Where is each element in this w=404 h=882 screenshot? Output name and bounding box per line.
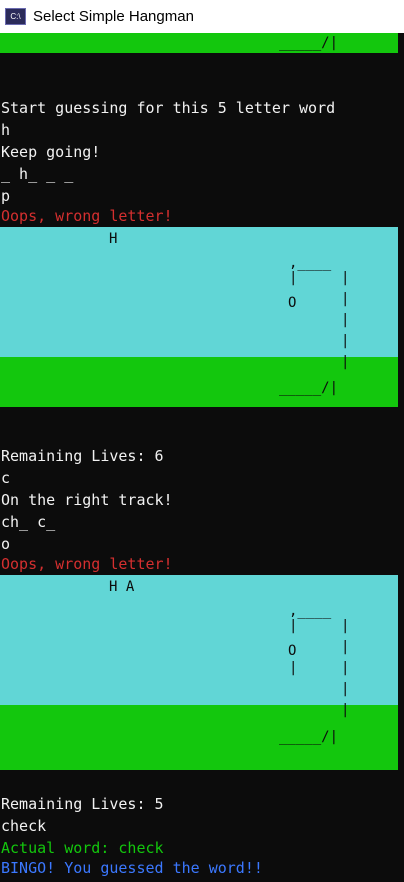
gallows-base: _____/| [279, 729, 339, 745]
gallows-post: | [341, 354, 350, 370]
guess-input: p [1, 187, 11, 205]
gallows-rope: | [289, 270, 298, 286]
error-message: Oops, wrong letter! [1, 555, 173, 573]
gallows-post: | [341, 270, 350, 286]
gallows-post: | [341, 702, 350, 718]
guess-input: o [1, 535, 11, 553]
gallows-body: | [289, 660, 298, 676]
feedback-line: On the right track! [1, 491, 173, 509]
gallows-head: O [288, 295, 297, 311]
console-app-icon: C:\ [5, 8, 26, 25]
lives-counter: Remaining Lives: 6 [1, 447, 164, 465]
hangman-grass-panel [0, 705, 398, 770]
gallows-beam: ,____ [289, 603, 332, 619]
word-progress: ch_ c_ [1, 513, 56, 531]
window-title: Select Simple Hangman [33, 8, 194, 25]
gallows-post: | [341, 639, 350, 655]
gallows-post: | [341, 312, 350, 328]
gallows-beam: ,____ [289, 255, 332, 271]
console-scrollbar[interactable] [398, 33, 404, 882]
gallows-post: | [341, 681, 350, 697]
gallows-rope: | [289, 618, 298, 634]
guess-input: c [1, 469, 11, 487]
hangman-sky-panel [0, 575, 398, 705]
feedback-line: Keep going! [1, 143, 101, 161]
title-bar: C:\ Select Simple Hangman [0, 0, 404, 34]
word-progress: _ h_ _ _ [1, 165, 74, 183]
lives-counter: Remaining Lives: 5 [1, 795, 164, 813]
gallows-post: | [341, 660, 350, 676]
guess-input: check [1, 817, 47, 835]
guess-input: h [1, 121, 11, 139]
error-message: Oops, wrong letter! [1, 207, 173, 225]
gallows-base-top: _____/| [279, 35, 339, 51]
actual-word-line: Actual word: check [1, 839, 164, 857]
prompt-line: Start guessing for this 5 letter word [1, 99, 336, 117]
gallows-base: _____/| [279, 380, 339, 396]
hangman-sky-panel [0, 227, 398, 357]
wrong-letters: H [109, 231, 118, 247]
gallows-post: | [341, 291, 350, 307]
hangman-grass-panel [0, 357, 398, 407]
wrong-letters: H A [109, 579, 135, 595]
win-message: BINGO! You guessed the word!! [1, 859, 263, 877]
gallows-post: | [341, 333, 350, 349]
gallows-post: | [341, 618, 350, 634]
grass-band-top [0, 33, 398, 53]
gallows-head: O [288, 643, 297, 659]
